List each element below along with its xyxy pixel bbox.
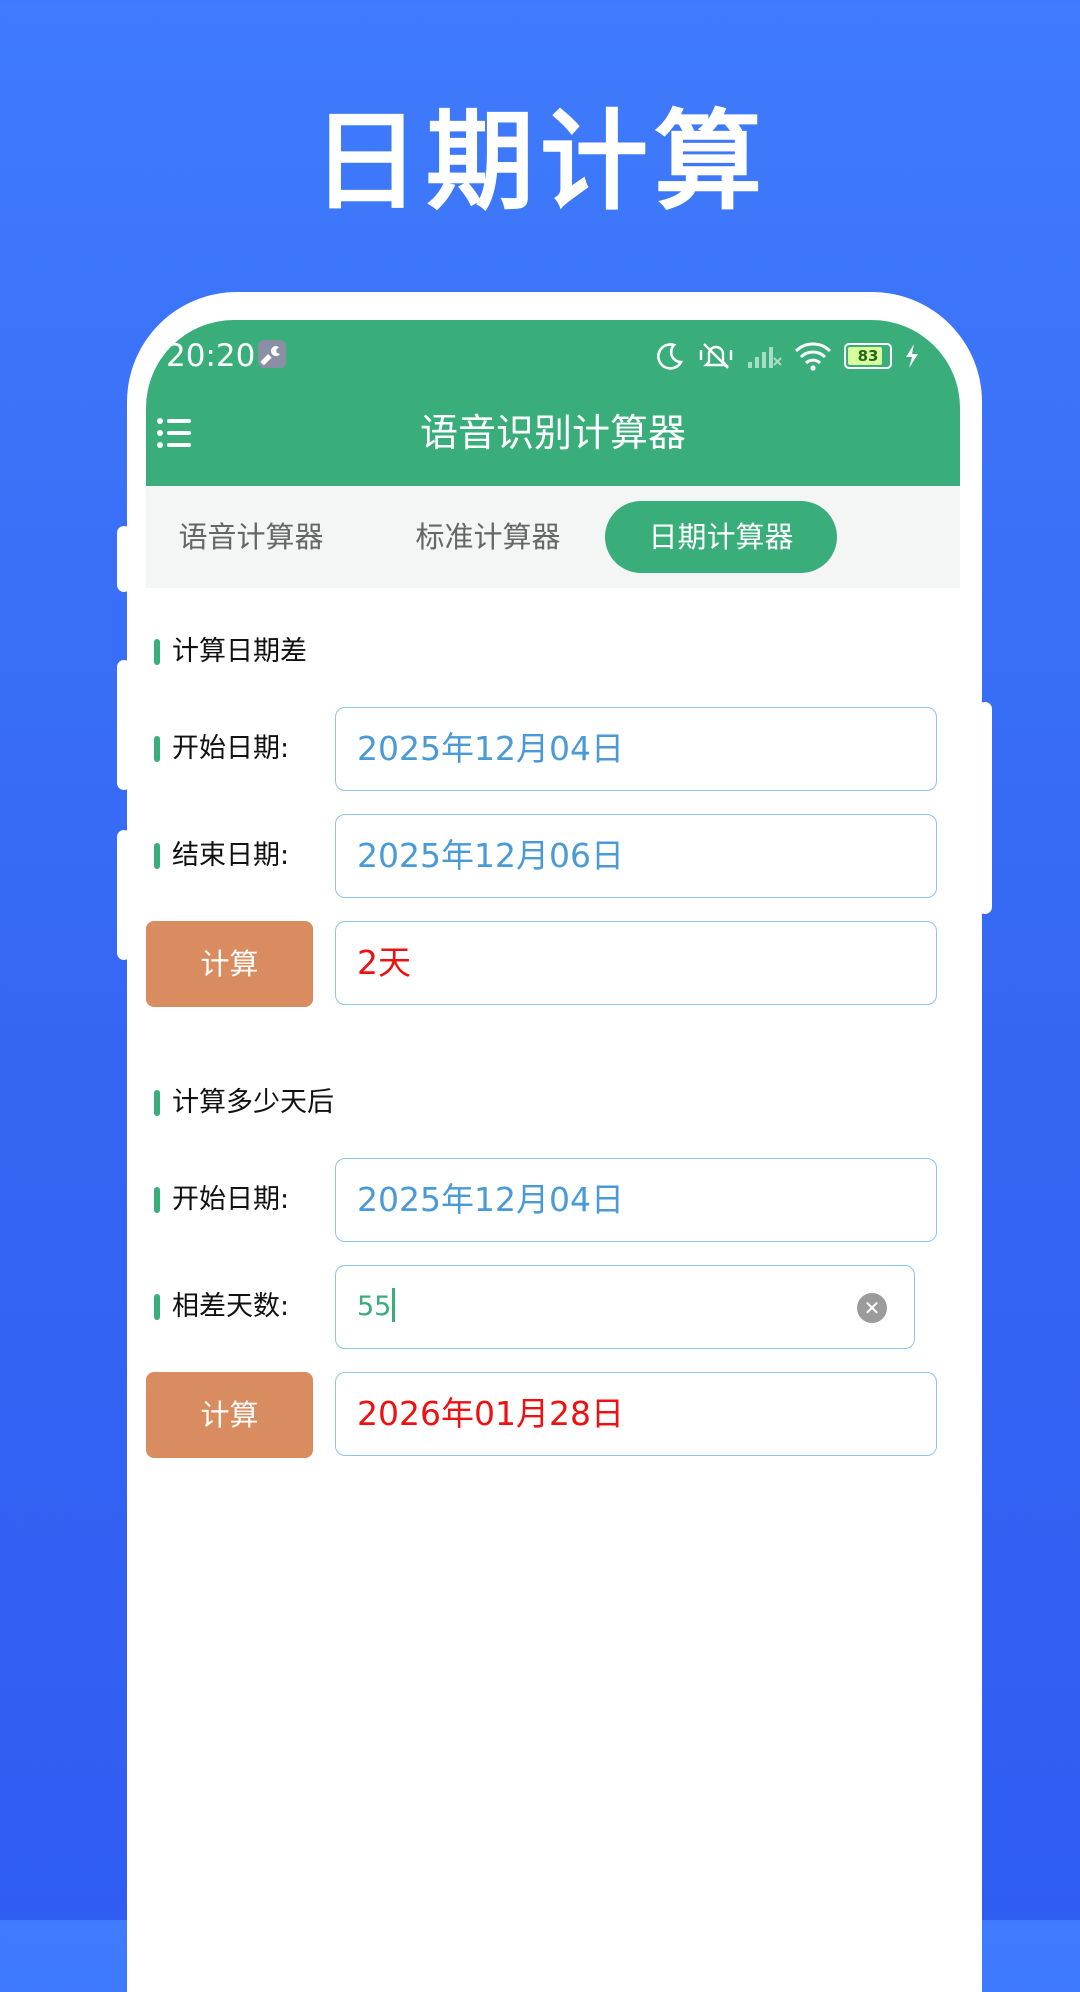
days-diff-label: 相差天数: xyxy=(154,1264,289,1350)
status-icons: 83 xyxy=(654,338,920,374)
days-input-value: 55 xyxy=(357,1291,392,1322)
start-date-label-text: 开始日期: xyxy=(172,1184,290,1215)
start-date-label-text: 开始日期: xyxy=(172,733,290,764)
section-title-text: 计算多少天后 xyxy=(172,1087,334,1118)
section-title-days-after: 计算多少天后 xyxy=(154,1083,334,1123)
battery-level: 83 xyxy=(857,347,879,365)
status-time: 20:20 xyxy=(166,338,256,374)
diff-result-field: 2天 xyxy=(335,921,937,1005)
start-date-label-2: 开始日期: xyxy=(154,1157,289,1243)
section-title-text: 计算日期差 xyxy=(172,636,307,667)
charging-icon xyxy=(906,344,918,368)
after-result-field: 2026年01月28日 xyxy=(335,1372,937,1456)
battery-icon: 83 xyxy=(844,343,892,369)
days-diff-label-text: 相差天数: xyxy=(172,1291,290,1322)
start-date-field-2[interactable]: 2025年12月04日 xyxy=(335,1158,937,1242)
headline-title: 日期计算 xyxy=(311,100,768,225)
text-caret xyxy=(392,1287,396,1322)
label-marker xyxy=(154,736,160,762)
mute-vibrate-icon xyxy=(699,343,733,369)
section-marker xyxy=(154,639,160,665)
tab-voice-calculator[interactable]: 语音计算器 xyxy=(146,501,356,573)
label-marker xyxy=(154,1294,160,1320)
moon-icon xyxy=(657,343,684,370)
days-input[interactable]: 55 ✕ xyxy=(335,1265,915,1349)
end-date-label-text: 结束日期: xyxy=(172,840,290,871)
wrench-icon xyxy=(258,340,286,368)
wifi-icon xyxy=(794,342,832,371)
start-date-field[interactable]: 2025年12月04日 xyxy=(335,707,937,791)
end-date-label: 结束日期: xyxy=(154,813,289,899)
start-date-label: 开始日期: xyxy=(154,706,289,792)
tab-bar: 语音计算器 标准计算器 日期计算器 xyxy=(146,486,960,588)
section-marker xyxy=(154,1090,160,1116)
end-date-field[interactable]: 2025年12月06日 xyxy=(335,814,937,898)
clear-icon[interactable]: ✕ xyxy=(857,1293,887,1323)
app-title: 语音识别计算器 xyxy=(419,411,686,455)
label-marker xyxy=(154,1187,160,1213)
phone-screen: 20:20 83 语音识别计算器 语音计算器 标准计算器 日期计算器 计算日期差… xyxy=(146,320,960,1920)
calculate-diff-button[interactable]: 计算 xyxy=(146,921,313,1007)
calculate-after-button[interactable]: 计算 xyxy=(146,1372,313,1458)
tab-date-calculator[interactable]: 日期计算器 xyxy=(605,501,837,573)
signal-icon xyxy=(748,347,782,368)
label-marker xyxy=(154,843,160,869)
section-title-date-diff: 计算日期差 xyxy=(154,632,307,672)
tab-standard-calculator[interactable]: 标准计算器 xyxy=(383,501,593,573)
app-bar: 20:20 83 语音识别计算器 xyxy=(146,320,960,486)
